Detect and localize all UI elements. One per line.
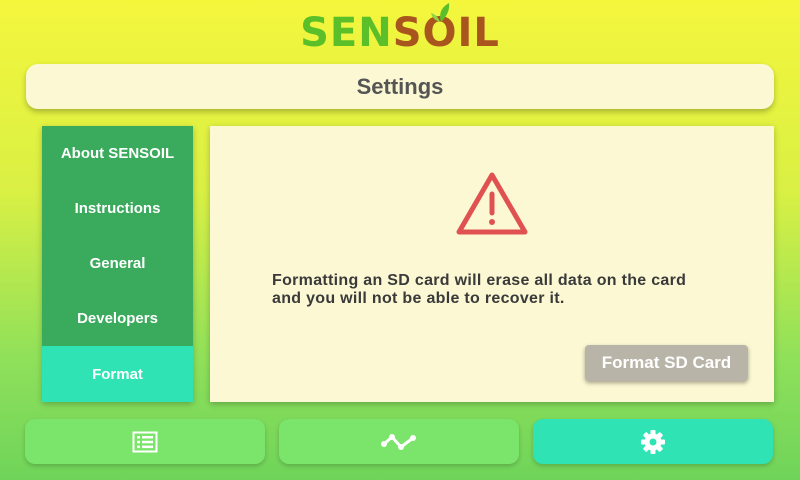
warning-line-1: Formatting an SD card will erase all dat…: [272, 272, 687, 289]
format-panel: Formatting an SD card will erase all dat…: [210, 126, 774, 402]
format-sd-card-button[interactable]: Format SD Card: [585, 345, 748, 381]
nav-list-button[interactable]: [25, 419, 265, 464]
warning-triangle-icon: [456, 172, 528, 235]
sidebar-item-instructions[interactable]: Instructions: [42, 181, 193, 236]
leaf-icon: [430, 3, 450, 22]
warning-message: Formatting an SD card will erase all dat…: [272, 272, 752, 308]
graph-icon: [381, 433, 416, 450]
gear-icon: [641, 429, 665, 454]
logo-text: SENSOIL: [300, 3, 500, 56]
nav-graph-button[interactable]: [279, 419, 519, 464]
warning-line-2: and you will not be able to recover it.: [272, 290, 565, 307]
logo-sen: SEN: [300, 10, 393, 56]
sidebar-item-format[interactable]: Format: [42, 346, 193, 402]
settings-sidebar: About SENSOIL Instructions General Devel…: [42, 126, 193, 402]
sidebar-item-developers[interactable]: Developers: [42, 291, 193, 346]
sidebar-item-about[interactable]: About SENSOIL: [42, 126, 193, 181]
settings-title-bar: Settings: [26, 64, 774, 109]
page-title: Settings: [356, 73, 444, 99]
list-icon: [132, 431, 158, 452]
nav-settings-button[interactable]: [533, 419, 773, 464]
logo: SENSOIL: [0, 3, 800, 60]
sidebar-item-general[interactable]: General: [42, 236, 193, 291]
